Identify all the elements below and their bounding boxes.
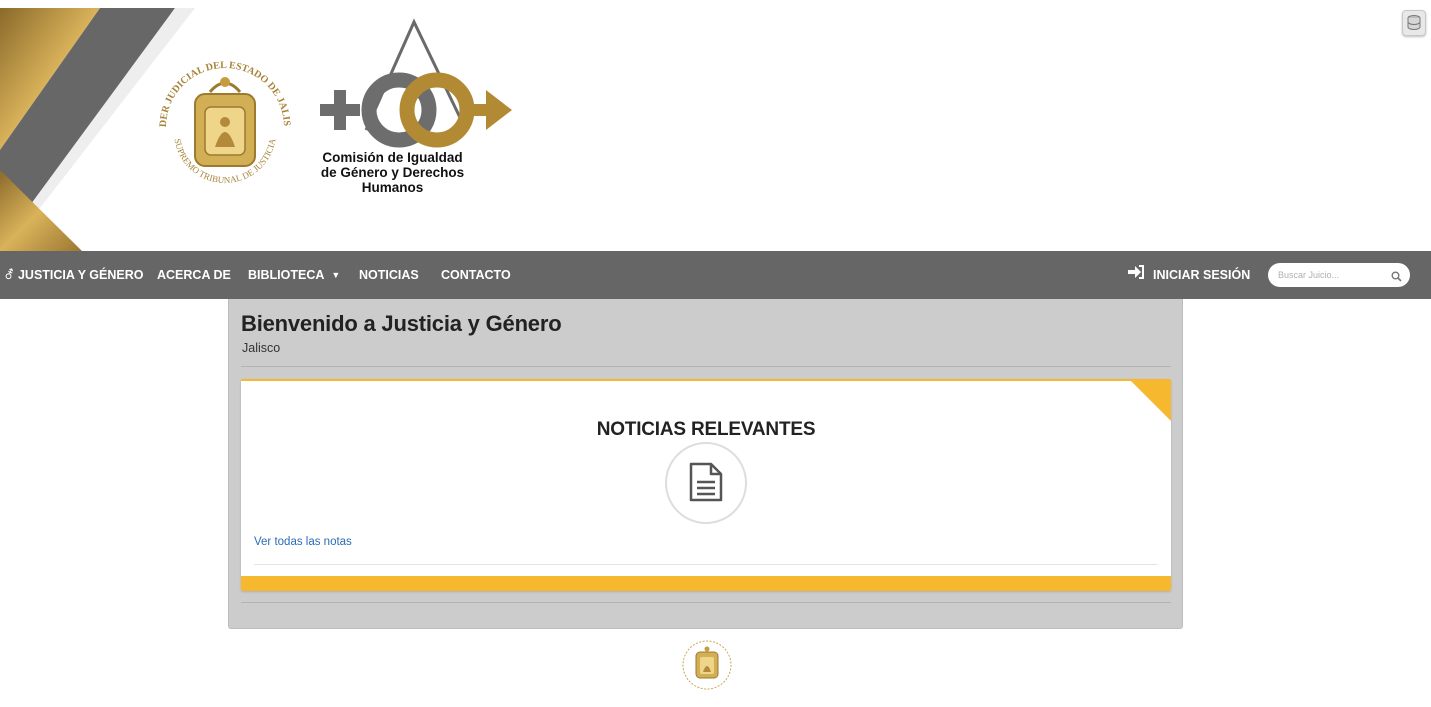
nav-item-noticias[interactable]: NOTICIAS xyxy=(359,251,419,299)
divider xyxy=(241,602,1171,603)
corner-ribbon xyxy=(1131,381,1171,421)
site-header: PODER JUDICIAL DEL ESTADO DE JALISCO SUP… xyxy=(0,0,1431,251)
search-icon[interactable] xyxy=(1391,269,1402,287)
commission-name: Comisión de Igualdad de Género y Derecho… xyxy=(320,150,465,195)
divider xyxy=(254,564,1157,565)
divider xyxy=(241,366,1171,367)
nav-item-label: CONTACTO xyxy=(441,268,511,282)
nav-item-contacto[interactable]: CONTACTO xyxy=(441,251,511,299)
main-panel: Bienvenido a Justicia y Género Jalisco N… xyxy=(228,299,1183,629)
nav-item-acerca-de[interactable]: ACERCA DE xyxy=(157,251,231,299)
search-box xyxy=(1268,263,1410,287)
commission-line-3: Humanos xyxy=(361,180,424,195)
page-title: Bienvenido a Justicia y Género xyxy=(241,311,562,336)
news-card: NOTICIAS RELEVANTES Ver todas las notas xyxy=(241,379,1171,591)
main-navbar: ⚦ JUSTICIA Y GÉNERO ACERCA DE BIBLIOTECA… xyxy=(0,251,1431,299)
card-footer-bar xyxy=(241,576,1171,591)
footer-seal-logo xyxy=(682,640,732,690)
nav-item-biblioteca[interactable]: BIBLIOTECA ▼ xyxy=(248,251,340,299)
document-icon xyxy=(689,462,723,502)
nav-item-label: ACERCA DE xyxy=(157,268,231,282)
database-icon[interactable] xyxy=(1402,10,1426,36)
sign-in-icon xyxy=(1127,251,1145,299)
login-label: INICIAR SESIÓN xyxy=(1153,268,1251,282)
login-button[interactable]: INICIAR SESIÓN xyxy=(1127,251,1250,299)
nav-brand-link[interactable]: ⚦ JUSTICIA Y GÉNERO xyxy=(4,251,143,299)
view-all-news-link[interactable]: Ver todas las notas xyxy=(254,536,352,548)
nav-item-label: NOTICIAS xyxy=(359,268,419,282)
search-input[interactable] xyxy=(1278,263,1388,287)
caret-down-icon: ▼ xyxy=(331,270,341,280)
news-section-title: NOTICIAS RELEVANTES xyxy=(596,419,816,440)
commission-line-2: de Género y Derechos xyxy=(320,165,465,180)
judicial-seal-logo: PODER JUDICIAL DEL ESTADO DE JALISCO SUP… xyxy=(150,52,292,185)
news-icon-circle xyxy=(665,442,747,524)
commission-line-1: Comisión de Igualdad xyxy=(322,150,463,165)
page-subtitle: Jalisco xyxy=(242,341,281,355)
nav-brand-label: JUSTICIA Y GÉNERO xyxy=(17,268,144,282)
gender-icon: ⚦ xyxy=(4,268,15,282)
nav-item-label: BIBLIOTECA xyxy=(248,268,325,282)
